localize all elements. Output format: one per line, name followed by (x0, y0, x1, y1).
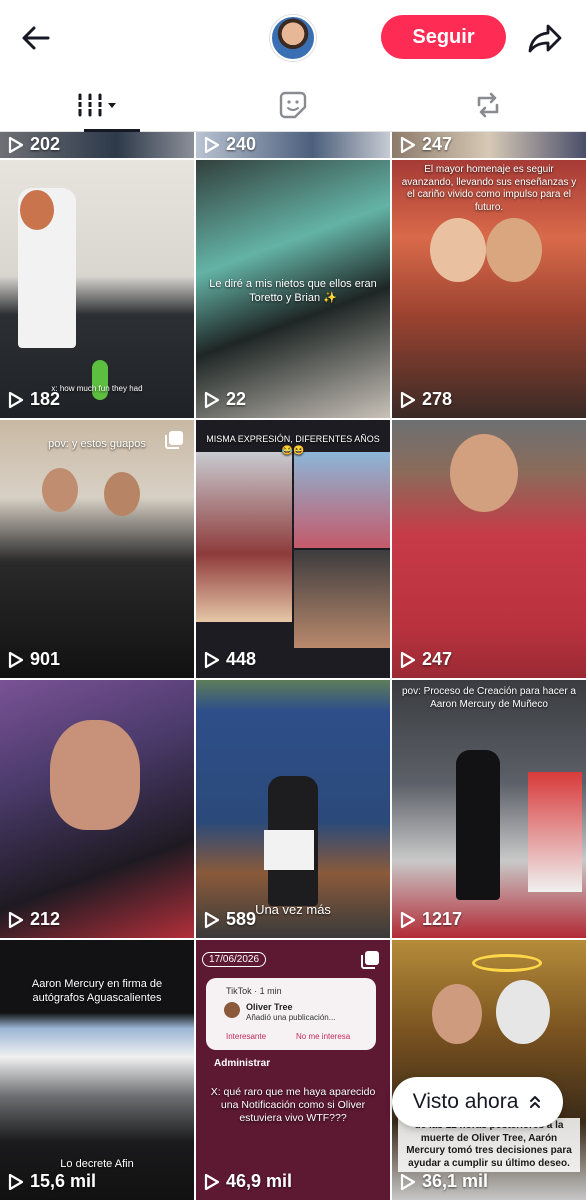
tab-stickers[interactable] (195, 78, 390, 132)
view-count: 901 (8, 649, 60, 670)
play-icon (400, 651, 416, 668)
chevron-up-icon (530, 1096, 541, 1108)
view-count: 1217 (400, 909, 462, 930)
repost-icon (477, 92, 498, 118)
face-shape (20, 190, 54, 230)
face-shape (432, 984, 482, 1044)
play-icon (204, 651, 220, 668)
play-icon (400, 136, 416, 153)
video-tile[interactable]: x: how much fun they had 182 (0, 160, 194, 418)
halo-shape (472, 954, 542, 972)
sign-board (264, 830, 314, 870)
play-icon (8, 391, 24, 408)
view-count: 202 (8, 134, 60, 155)
person-figure (456, 750, 500, 900)
video-tile[interactable]: 212 (0, 680, 194, 938)
video-grid: 202 240 247 x: how much fun they had 182… (0, 132, 586, 1200)
share-icon[interactable] (526, 20, 564, 56)
follow-button[interactable]: Seguir (381, 15, 506, 59)
video-tile[interactable]: Aaron Mercury en firma de autógrafos Agu… (0, 940, 194, 1200)
video-tile[interactable]: 202 (0, 132, 194, 158)
video-tile[interactable]: El mayor homenaje es seguir avanzando, l… (392, 160, 586, 418)
face-shape (50, 720, 140, 830)
top-bar: Seguir (0, 0, 586, 78)
video-thumbnail (0, 420, 194, 678)
video-tile[interactable]: pov: Proceso de Creación para hacer a Aa… (392, 680, 586, 938)
sticker-icon (279, 91, 306, 119)
play-icon (8, 136, 24, 153)
play-icon (8, 1173, 24, 1190)
view-count: 22 (204, 389, 246, 410)
view-count: 589 (204, 909, 256, 930)
photo-panel (294, 550, 390, 648)
back-arrow-icon[interactable] (18, 20, 54, 56)
profile-avatar[interactable] (270, 15, 316, 61)
play-icon (400, 1173, 416, 1190)
play-icon (8, 651, 24, 668)
video-tile[interactable]: Le diré a mis nietos que ellos eran Tore… (196, 160, 390, 418)
face-shape (430, 218, 486, 282)
multi-photo-icon (165, 431, 183, 449)
face-shape (42, 468, 78, 512)
play-icon (204, 911, 220, 928)
photo-panel (294, 452, 390, 548)
toy-figure (92, 360, 108, 400)
tab-reposts[interactable] (390, 78, 585, 132)
video-tile[interactable]: 240 (196, 132, 390, 158)
view-count: 448 (204, 649, 256, 670)
view-count: 247 (400, 649, 452, 670)
view-count: 182 (8, 389, 60, 410)
visto-ahora-button[interactable]: Visto ahora (392, 1077, 563, 1127)
view-count: 46,9 mil (204, 1171, 292, 1192)
face-shape (496, 980, 550, 1044)
video-tile[interactable]: MISMA EXPRESIÓN, DIFERENTES AÑOS 😂😆 448 (196, 420, 390, 678)
toy-box (528, 772, 582, 892)
photo-panel (196, 452, 292, 622)
view-count: 240 (204, 134, 256, 155)
avatar (224, 1002, 240, 1018)
tab-videos[interactable] (0, 78, 195, 132)
video-tile[interactable]: Una vez más 589 (196, 680, 390, 938)
grid-icon (75, 93, 116, 117)
notification-card: TikTok · 1 min Oliver Tree Añadió una pu… (206, 978, 376, 1050)
face-shape (450, 434, 518, 512)
play-icon (204, 1173, 220, 1190)
play-icon (204, 136, 220, 153)
play-icon (204, 391, 220, 408)
play-icon (400, 911, 416, 928)
view-count: 36,1 mil (400, 1171, 488, 1192)
multi-photo-icon (361, 951, 379, 969)
view-count: 15,6 mil (8, 1171, 96, 1192)
video-tile[interactable]: 247 (392, 420, 586, 678)
play-icon (400, 391, 416, 408)
play-icon (8, 911, 24, 928)
profile-tabs (0, 78, 586, 132)
video-tile[interactable]: 247 (392, 132, 586, 158)
video-tile[interactable]: pov: y estos guapos 901 (0, 420, 194, 678)
video-tile[interactable]: 17/06/2026 TikTok · 1 min Oliver Tree Añ… (196, 940, 390, 1200)
view-count: 247 (400, 134, 452, 155)
face-shape (104, 472, 140, 516)
view-count: 212 (8, 909, 60, 930)
video-tile[interactable]: de las 12 horas posteriores a la muerte … (392, 940, 586, 1200)
face-shape (486, 218, 542, 282)
view-count: 278 (400, 389, 452, 410)
